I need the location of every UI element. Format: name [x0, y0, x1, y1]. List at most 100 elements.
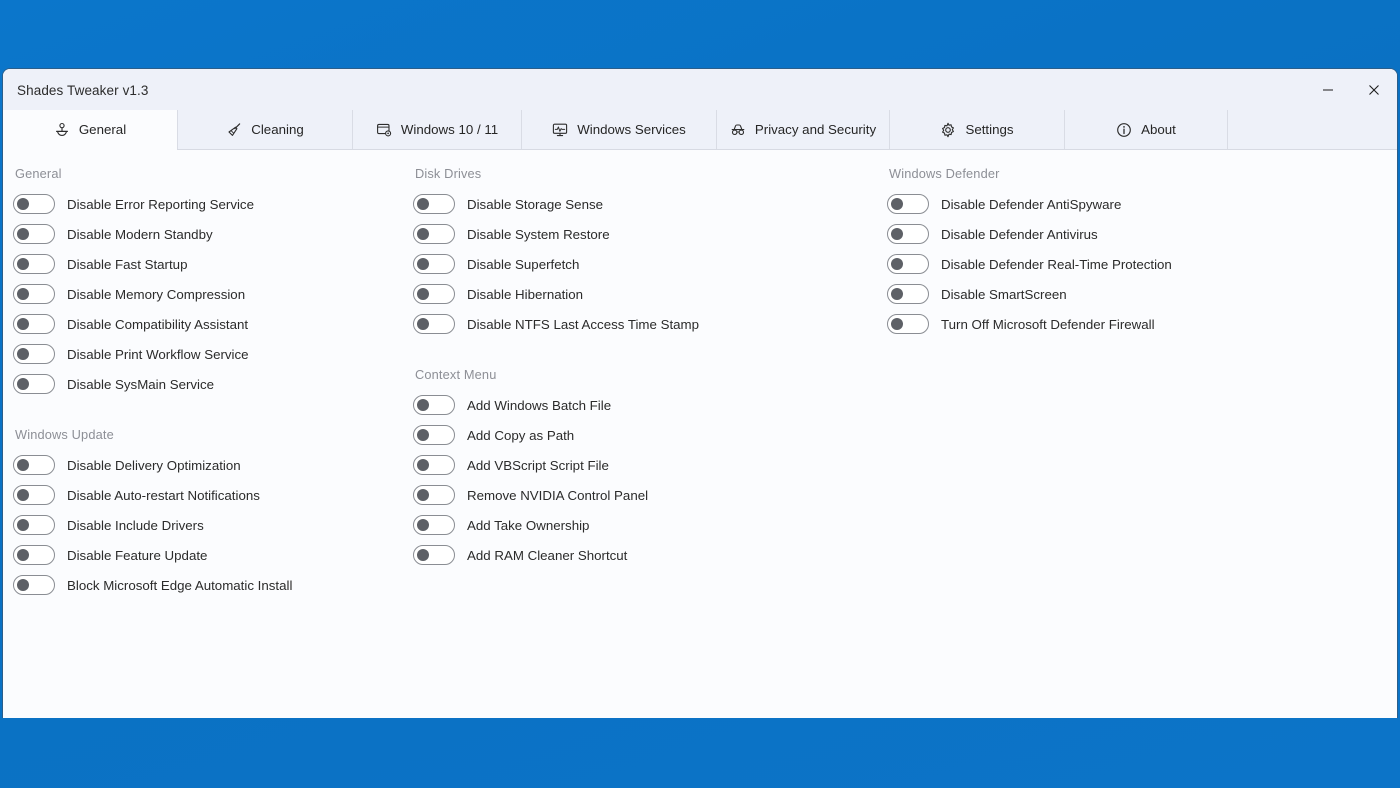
- toggle-disable-print-workflow-service[interactable]: [13, 344, 55, 364]
- toggle-row: Add Copy as Path: [413, 420, 883, 450]
- toggle-disable-defender-antispyware[interactable]: [887, 194, 929, 214]
- toggle-row: Add VBScript Script File: [413, 450, 883, 480]
- close-icon: [1369, 85, 1379, 95]
- tab-windows-10-11[interactable]: Windows 10 / 11: [353, 110, 522, 149]
- toggle-label: Disable Auto-restart Notifications: [67, 487, 260, 503]
- title-bar[interactable]: Shades Tweaker v1.3: [3, 69, 1397, 111]
- toggle-knob: [417, 318, 429, 330]
- toggle-knob: [17, 489, 29, 501]
- toggle-row: Disable Auto-restart Notifications: [13, 480, 403, 510]
- toggle-label: Disable Delivery Optimization: [67, 457, 241, 473]
- toggle-row: Disable SmartScreen: [887, 279, 1387, 309]
- toggle-add-take-ownership[interactable]: [413, 515, 455, 535]
- window-gear-icon: [376, 122, 392, 138]
- toggle-label: Disable Defender AntiSpyware: [941, 196, 1122, 212]
- tab-windows-services[interactable]: Windows Services: [522, 110, 717, 149]
- toggle-knob: [891, 198, 903, 210]
- toggle-disable-smartscreen[interactable]: [887, 284, 929, 304]
- toggle-disable-sysmain-service[interactable]: [13, 374, 55, 394]
- toggle-disable-system-restore[interactable]: [413, 224, 455, 244]
- toggle-disable-defender-antivirus[interactable]: [887, 224, 929, 244]
- toggle-row: Disable Defender Real-Time Protection: [887, 249, 1387, 279]
- toggle-turn-off-microsoft-defender-firewall[interactable]: [887, 314, 929, 334]
- toggle-row: Disable Superfetch: [413, 249, 883, 279]
- toggle-knob: [17, 288, 29, 300]
- toggle-disable-defender-real-time-protection[interactable]: [887, 254, 929, 274]
- toggle-knob: [417, 399, 429, 411]
- tab-label: About: [1141, 122, 1176, 137]
- toggle-label: Disable SysMain Service: [67, 376, 215, 392]
- tab-label: Windows 10 / 11: [400, 122, 499, 137]
- toggle-knob: [417, 489, 429, 501]
- toggle-add-vbscript-script-file[interactable]: [413, 455, 455, 475]
- toggle-disable-memory-compression[interactable]: [13, 284, 55, 304]
- toggle-remove-nvidia-control-panel[interactable]: [413, 485, 455, 505]
- toggle-disable-hibernation[interactable]: [413, 284, 455, 304]
- incognito-icon: [730, 122, 746, 138]
- toggle-disable-auto-restart-notifications[interactable]: [13, 485, 55, 505]
- section-title: Context Menu: [415, 367, 497, 382]
- toggle-knob: [417, 198, 429, 210]
- toggle-label: Disable Defender Antivirus: [941, 226, 1098, 242]
- tab-label: Windows Services: [577, 122, 686, 137]
- toggle-row: Disable Include Drivers: [13, 510, 403, 540]
- toggle-row: Disable Fast Startup: [13, 249, 403, 279]
- tab-general[interactable]: General: [3, 110, 178, 150]
- toggle-label: Disable Fast Startup: [67, 256, 188, 272]
- toggle-label: Add Copy as Path: [467, 427, 575, 443]
- section-context-menu: Context Menu Add Windows Batch File Add Co…: [413, 367, 883, 570]
- window-controls: [1305, 69, 1397, 111]
- toggle-block-microsoft-edge-automatic-install[interactable]: [13, 575, 55, 595]
- toggle-knob: [417, 288, 429, 300]
- toggle-knob: [417, 549, 429, 561]
- toggle-add-copy-as-path[interactable]: [413, 425, 455, 445]
- toggle-row: Disable SysMain Service: [13, 369, 403, 399]
- toggle-disable-compatibility-assistant[interactable]: [13, 314, 55, 334]
- section-general: General Disable Error Reporting Service Di…: [13, 166, 403, 399]
- toggle-row: Disable Defender AntiSpyware: [887, 189, 1387, 219]
- tab-settings[interactable]: Settings: [890, 110, 1065, 149]
- tab-about[interactable]: About: [1065, 110, 1228, 149]
- monitor-pulse-icon: [552, 122, 568, 138]
- toggle-knob: [891, 288, 903, 300]
- minimize-button[interactable]: [1305, 69, 1351, 111]
- toggle-disable-fast-startup[interactable]: [13, 254, 55, 274]
- close-button[interactable]: [1351, 69, 1397, 111]
- toggle-row: Add RAM Cleaner Shortcut: [413, 540, 883, 570]
- tab-privacy-and-security[interactable]: Privacy and Security: [717, 110, 890, 149]
- toggle-disable-include-drivers[interactable]: [13, 515, 55, 535]
- toggle-disable-modern-standby[interactable]: [13, 224, 55, 244]
- toggle-label: Disable Superfetch: [467, 256, 580, 272]
- toggle-label: Disable Modern Standby: [67, 226, 213, 242]
- section-title: General: [15, 166, 62, 181]
- toggle-disable-feature-update[interactable]: [13, 545, 55, 565]
- toggle-knob: [891, 258, 903, 270]
- toggle-disable-error-reporting-service[interactable]: [13, 194, 55, 214]
- toggle-add-ram-cleaner-shortcut[interactable]: [413, 545, 455, 565]
- toggle-label: Add Take Ownership: [467, 517, 590, 533]
- toggle-knob: [17, 198, 29, 210]
- minimize-icon: [1323, 89, 1333, 91]
- section-disk-drives: Disk Drives Disable Storage Sense Disable …: [413, 166, 883, 339]
- section-windows-defender: Windows Defender Disable Defender AntiSpy…: [887, 166, 1387, 339]
- toggle-knob: [17, 318, 29, 330]
- toggle-knob: [417, 429, 429, 441]
- toggle-disable-storage-sense[interactable]: [413, 194, 455, 214]
- toggle-knob: [417, 228, 429, 240]
- toggle-add-windows-batch-file[interactable]: [413, 395, 455, 415]
- account-service-icon: [54, 122, 70, 138]
- toggle-row: Disable Memory Compression: [13, 279, 403, 309]
- toggle-label: Disable Include Drivers: [67, 517, 204, 533]
- toggle-knob: [17, 549, 29, 561]
- toggle-knob: [417, 258, 429, 270]
- toggle-disable-superfetch[interactable]: [413, 254, 455, 274]
- toggle-label: Disable Storage Sense: [467, 196, 604, 212]
- tab-cleaning[interactable]: Cleaning: [178, 110, 353, 149]
- toggle-label: Disable Defender Real-Time Protection: [941, 256, 1172, 272]
- toggle-disable-ntfs-last-access-time-stamp[interactable]: [413, 314, 455, 334]
- toggle-disable-delivery-optimization[interactable]: [13, 455, 55, 475]
- toggle-label: Disable Hibernation: [467, 286, 584, 302]
- toggle-row: Turn Off Microsoft Defender Firewall: [887, 309, 1387, 339]
- broom-icon: [226, 122, 242, 138]
- toggle-label: Disable SmartScreen: [941, 286, 1067, 302]
